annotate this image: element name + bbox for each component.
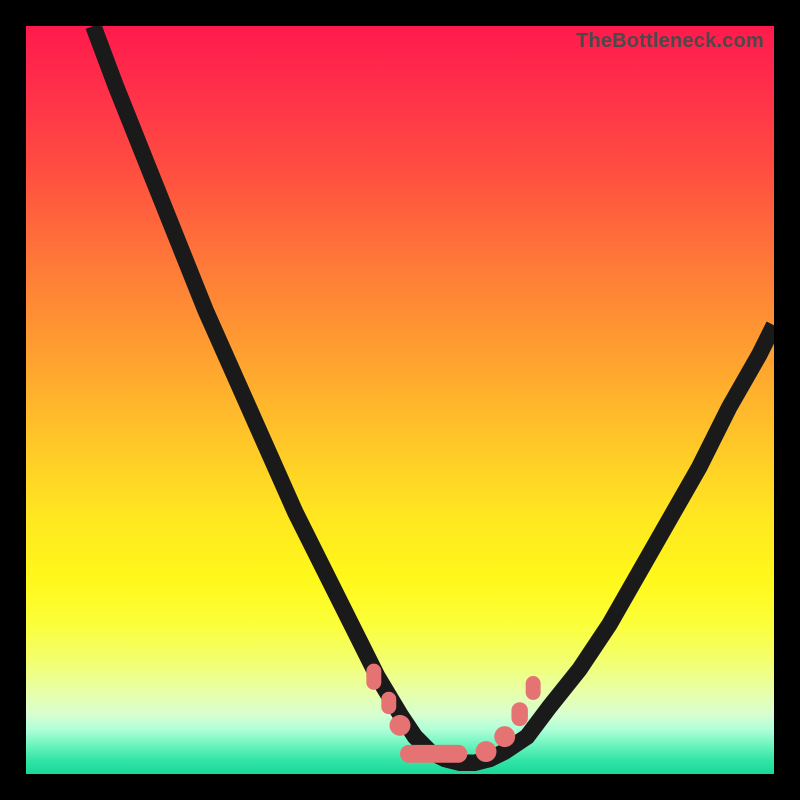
curve-marker — [476, 741, 497, 762]
curve-marker — [511, 702, 527, 726]
curve-marker — [526, 676, 541, 700]
curve-marker — [400, 745, 467, 763]
chart-frame: TheBottleneck.com — [0, 0, 800, 800]
curve-marker — [494, 726, 515, 747]
chart-plot-area: TheBottleneck.com — [26, 26, 774, 774]
chart-svg — [26, 26, 774, 774]
curve-marker — [366, 664, 381, 690]
curve-marker — [390, 715, 411, 736]
bottleneck-curve — [93, 26, 774, 763]
curve-marker — [381, 692, 396, 714]
